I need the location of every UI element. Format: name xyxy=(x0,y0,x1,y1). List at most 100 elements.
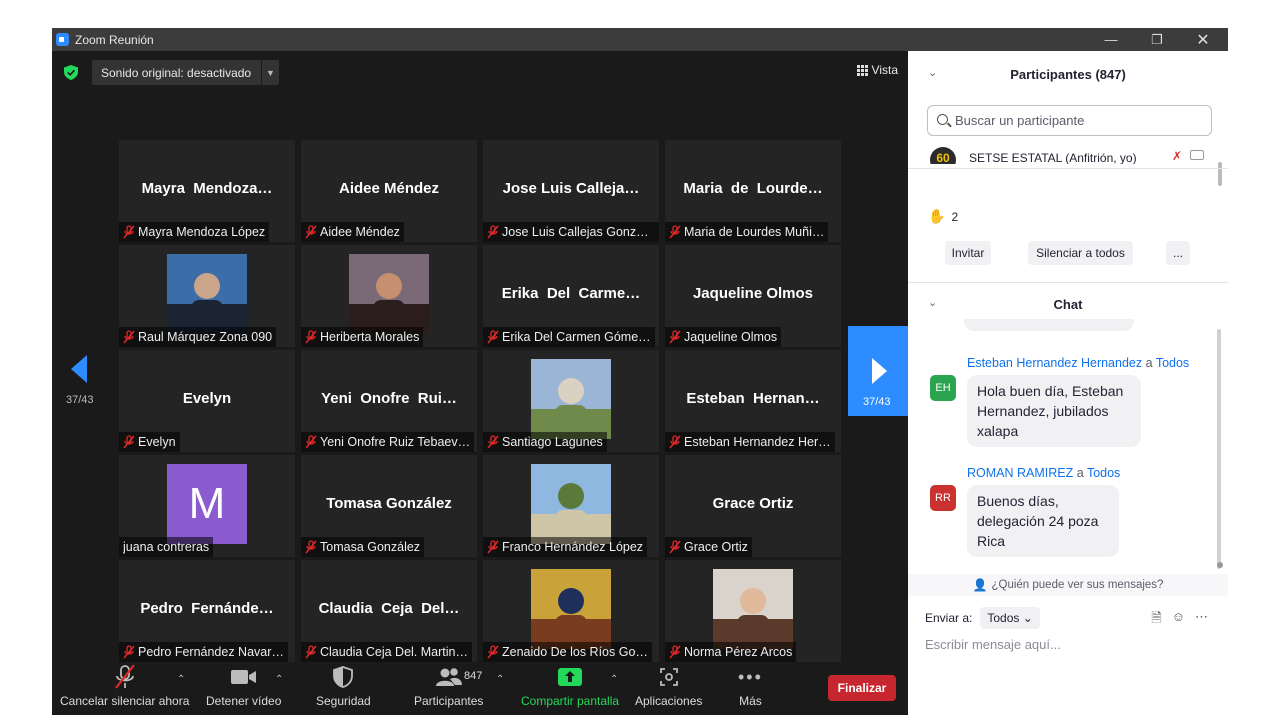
participant-tile[interactable]: Jose Luis Calleja… Jose Luis Callejas Go… xyxy=(483,140,659,242)
recipient-dropdown[interactable]: Todos ⌄ xyxy=(980,607,1040,629)
mic-muted-icon xyxy=(669,645,681,659)
participant-tile[interactable]: Esteban Hernan… Esteban Hernandez Her… xyxy=(665,350,841,452)
search-icon xyxy=(937,114,948,125)
participant-tile[interactable]: Zenaido De los Ríos Go… xyxy=(483,560,659,662)
mic-muted-icon xyxy=(487,330,499,344)
message-recipient[interactable]: Todos xyxy=(1156,356,1189,370)
video-camera-icon xyxy=(230,662,257,692)
participant-tile[interactable]: Heriberta Morales xyxy=(301,245,477,347)
participant-tile[interactable]: Yeni Onofre Rui… Yeni Onofre Ruiz Tebaev… xyxy=(301,350,477,452)
recipient-value: Todos xyxy=(987,611,1020,625)
participant-name-label: Yeni Onofre Ruiz Tebaev… xyxy=(301,432,475,452)
chat-scrollbar-thumb[interactable] xyxy=(1217,562,1223,568)
participant-row-host[interactable]: 60 SETSE ESTATAL (Anfitrión, yo) ✗ xyxy=(928,147,1208,164)
participant-tile[interactable]: Aidee Méndez Aidee Méndez xyxy=(301,140,477,242)
message-sender[interactable]: ROMAN RAMIREZ xyxy=(967,466,1073,480)
participant-tile[interactable]: Erika Del Carme… Erika Del Carmen Góme… xyxy=(483,245,659,347)
chevron-up-icon[interactable]: ⌃ xyxy=(496,674,504,685)
participants-scrollbar[interactable] xyxy=(1218,162,1222,186)
mic-muted-icon xyxy=(123,225,135,239)
participant-tile[interactable]: Raul Márquez Zona 090 xyxy=(119,245,295,347)
chat-input[interactable]: Escribir mensaje aquí... xyxy=(925,637,1061,652)
chevron-up-icon[interactable]: ⌃ xyxy=(275,674,283,685)
participant-tile[interactable]: Franco Hernández López xyxy=(483,455,659,557)
invite-button[interactable]: Invitar xyxy=(945,241,991,265)
who-can-see-link[interactable]: 👤 ¿Quién puede ver sus mensajes? xyxy=(908,574,1228,596)
participant-tile[interactable]: Mayra Mendoza… Mayra Mendoza López xyxy=(119,140,295,242)
participant-tile[interactable]: Evelyn Evelyn xyxy=(119,350,295,452)
mic-muted-icon xyxy=(123,330,135,344)
participant-tile[interactable]: Claudia Ceja Del… Claudia Ceja Del. Mart… xyxy=(301,560,477,662)
file-icon[interactable]: 🗎 xyxy=(1151,609,1161,631)
video-off-icon[interactable] xyxy=(1190,150,1204,160)
participant-tile[interactable]: Tomasa González Tomasa González xyxy=(301,455,477,557)
participant-tile[interactable]: Santiago Lagunes xyxy=(483,350,659,452)
chevron-up-icon[interactable]: ⌃ xyxy=(177,674,185,685)
participant-name-label: Raul Márquez Zona 090 xyxy=(119,327,277,347)
end-meeting-button[interactable]: Finalizar xyxy=(828,675,896,701)
participant-name: Aidee Méndez xyxy=(320,225,400,239)
security-button[interactable]: Seguridad xyxy=(316,662,371,715)
previous-page-button[interactable]: 37/43 xyxy=(52,349,112,439)
zoom-window: Zoom Reunión — ❐ ✕ Sonido original: desa… xyxy=(52,28,1228,715)
view-button[interactable]: Vista xyxy=(856,63,898,77)
participants-label: Participantes xyxy=(414,694,484,708)
chat-title: Chat xyxy=(1053,297,1083,312)
chevron-down-icon[interactable]: ▼ xyxy=(261,60,279,85)
chevron-up-icon[interactable]: ⌃ xyxy=(610,674,618,685)
mute-all-button[interactable]: Silenciar a todos xyxy=(1028,241,1133,265)
participant-name: Heriberta Morales xyxy=(320,330,420,344)
stop-video-button[interactable]: Detener vídeo xyxy=(206,662,281,715)
avatar: EH xyxy=(930,375,956,401)
participant-video xyxy=(531,464,611,544)
share-screen-button[interactable]: Compartir pantalla xyxy=(521,662,619,715)
encryption-shield-icon[interactable] xyxy=(64,65,78,80)
more-dots-icon[interactable]: ⋯ xyxy=(1195,609,1208,631)
more-button[interactable]: ••• Más xyxy=(738,662,763,715)
participant-tile[interactable]: Pedro Fernánde… Pedro Fernández Navar… xyxy=(119,560,295,662)
participant-name: Franco Hernández López xyxy=(502,540,644,554)
participant-name-label: Pedro Fernández Navar… xyxy=(119,642,288,662)
participant-tile[interactable]: Maria de Lourde… Maria de Lourdes Muñi… xyxy=(665,140,841,242)
mic-muted-icon xyxy=(305,435,317,449)
next-page-button[interactable]: 37/43 xyxy=(848,326,908,416)
apps-button[interactable]: Aplicaciones xyxy=(635,662,702,715)
chat-scrollbar[interactable] xyxy=(1217,329,1221,569)
shield-icon xyxy=(333,662,354,692)
participant-tile[interactable]: Grace Ortiz Grace Ortiz xyxy=(665,455,841,557)
original-sound-button[interactable]: Sonido original: desactivado ▼ xyxy=(92,60,279,85)
participant-tile[interactable]: Mjuana contreras xyxy=(119,455,295,557)
minimize-button[interactable]: — xyxy=(1088,28,1134,51)
participant-display-name: Maria de Lourde… xyxy=(683,180,823,197)
participant-tile[interactable]: Jaqueline Olmos Jaqueline Olmos xyxy=(665,245,841,347)
participant-name: Maria de Lourdes Muñi… xyxy=(684,225,825,239)
view-label: Vista xyxy=(871,63,898,77)
mic-muted-icon xyxy=(669,225,681,239)
restore-button[interactable]: ❐ xyxy=(1134,28,1180,51)
message-recipient[interactable]: Todos xyxy=(1087,466,1120,480)
message-sender[interactable]: Esteban Hernandez Hernandez xyxy=(967,356,1142,370)
mic-muted-icon xyxy=(305,330,317,344)
participant-display-name: Grace Ortiz xyxy=(712,495,794,512)
close-button[interactable]: ✕ xyxy=(1180,28,1226,51)
mic-muted-icon xyxy=(113,662,137,692)
participant-tile[interactable]: Norma Pérez Arcos xyxy=(665,560,841,662)
mic-muted-icon xyxy=(305,225,317,239)
participant-search-input[interactable]: Buscar un participante xyxy=(927,105,1212,136)
raised-hands-row[interactable]: ✋ 2 xyxy=(928,208,958,225)
participant-name: Raul Márquez Zona 090 xyxy=(138,330,273,344)
more-options-button[interactable]: ... xyxy=(1166,241,1190,265)
participant-display-name: Jose Luis Calleja… xyxy=(502,180,640,197)
participant-display-name: Pedro Fernánde… xyxy=(140,600,274,617)
mic-muted-icon[interactable]: ✗ xyxy=(1172,149,1182,163)
meeting-toolbar: Cancelar silenciar ahora ⌃ Detener vídeo… xyxy=(52,662,908,715)
unmute-button[interactable]: Cancelar silenciar ahora xyxy=(60,662,189,715)
send-to-row: Enviar a: Todos ⌄ xyxy=(925,607,1040,629)
chat-messages: Esteban Hernandez Hernandez a Todos EH H… xyxy=(908,319,1228,569)
original-sound-label: Sonido original: desactivado xyxy=(101,65,252,80)
emoji-icon[interactable]: ☺ xyxy=(1172,609,1185,631)
message-bubble: Hola buen día, Esteban Hernandez, jubila… xyxy=(967,375,1141,447)
participant-video xyxy=(531,359,611,439)
participant-name-label: Evelyn xyxy=(119,432,180,452)
participant-name-label: Mayra Mendoza López xyxy=(119,222,270,242)
